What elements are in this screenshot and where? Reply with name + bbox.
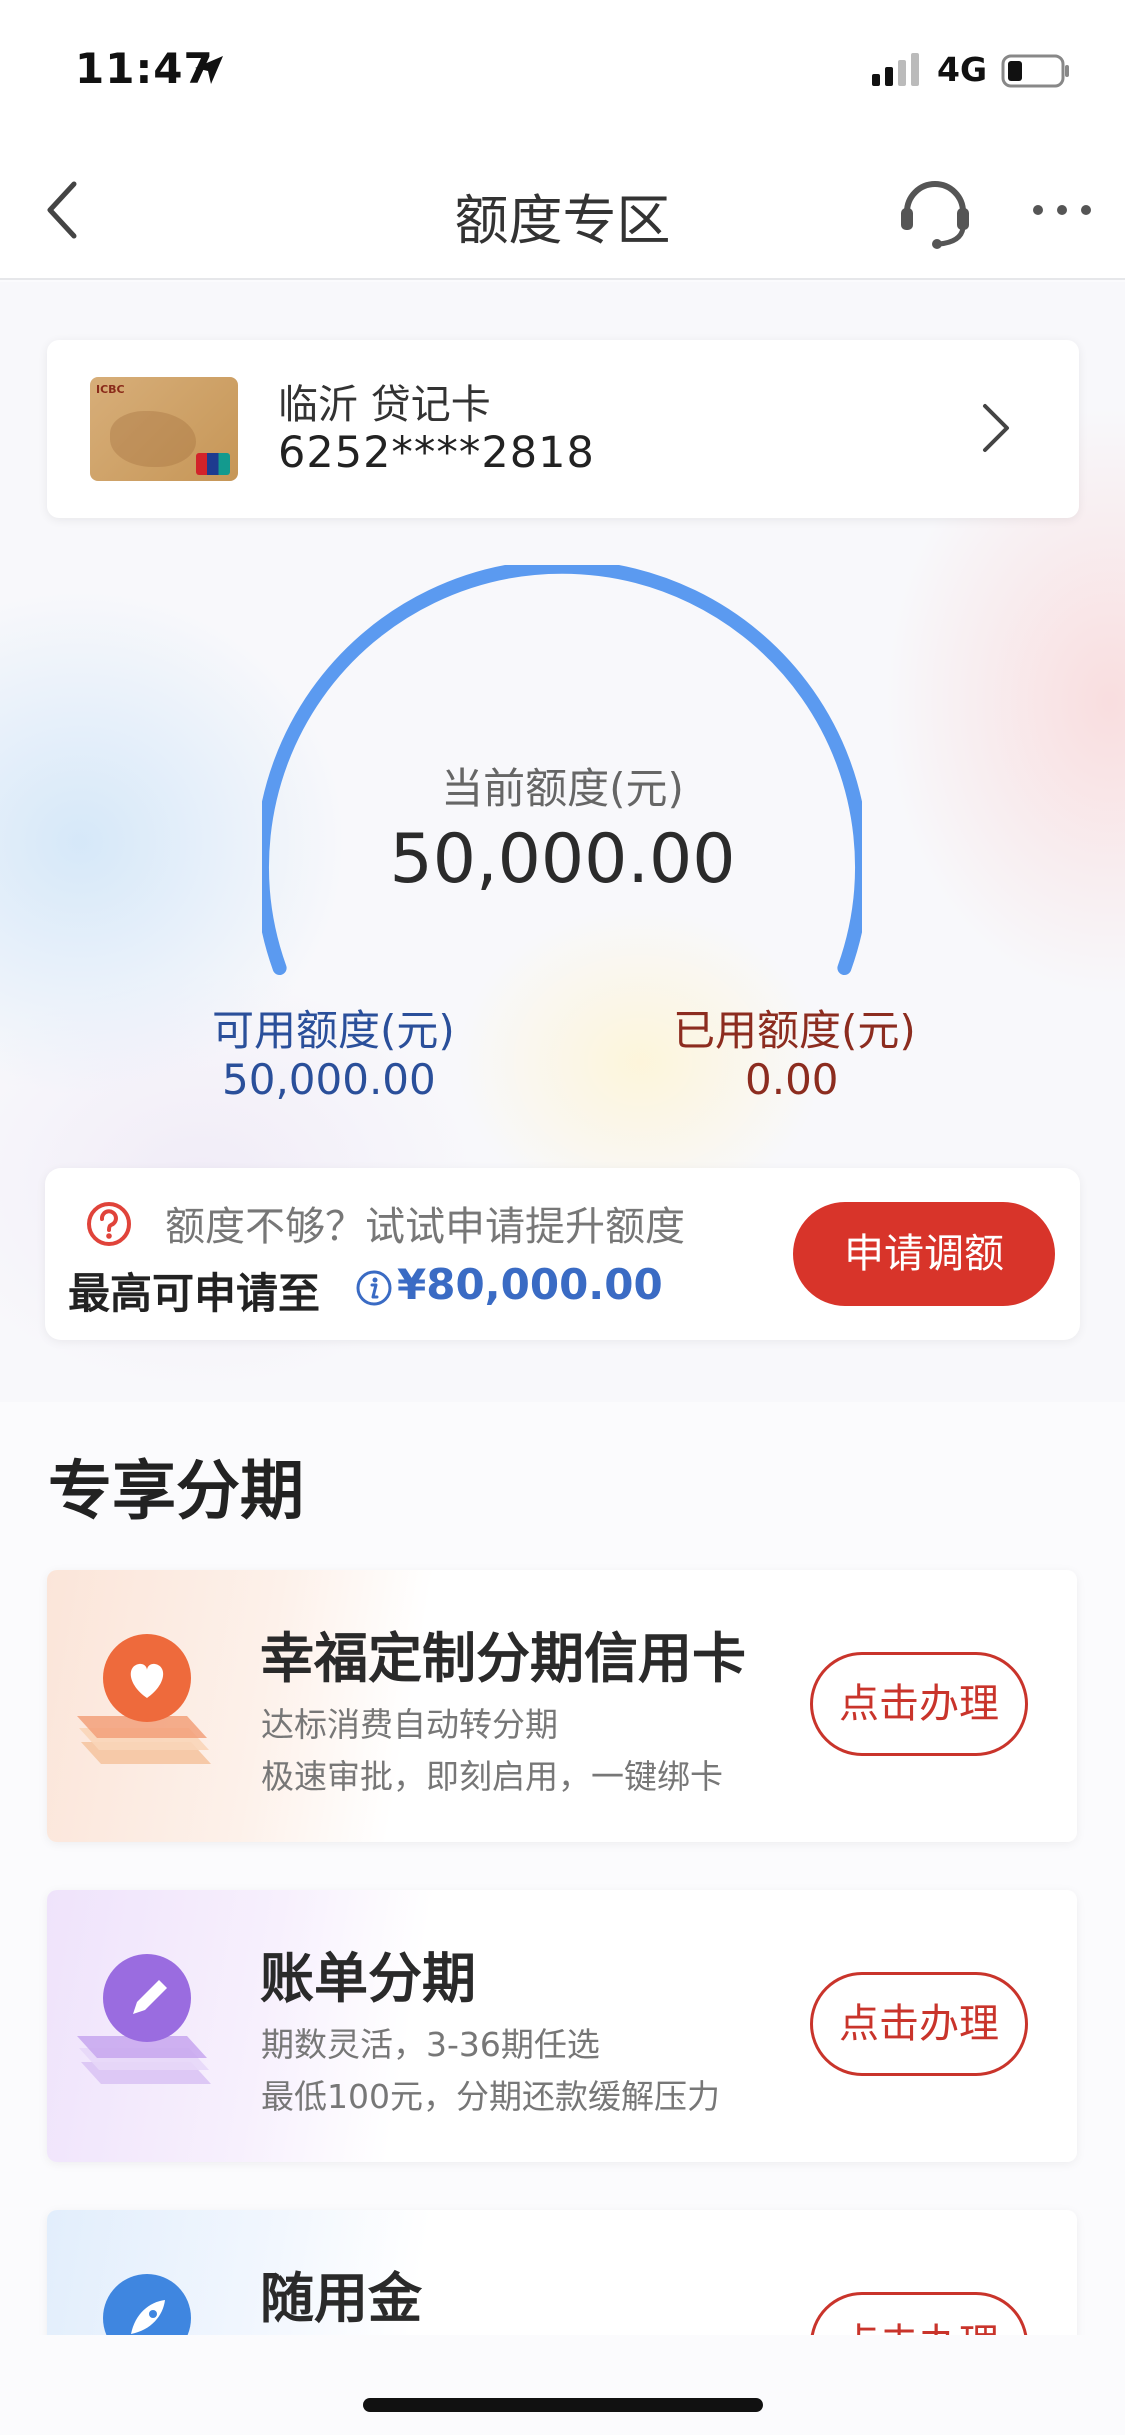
card-brand-mark: ICBC	[96, 383, 125, 396]
available-limit-label: 可用额度(元)	[212, 1006, 455, 1055]
apply-button[interactable]: 点击办理	[810, 1972, 1028, 2076]
card-name: 临沂 贷记卡	[278, 382, 491, 428]
promo-description: 极速审批，即刻启用，一键绑卡	[261, 1757, 723, 1796]
customer-service-icon[interactable]	[895, 170, 975, 250]
network-type: 4G	[937, 50, 988, 89]
max-limit-label: 最高可申请至	[68, 1269, 321, 1318]
more-icon[interactable]	[1030, 198, 1094, 222]
credit-card-image: ICBC	[90, 377, 238, 481]
pencil-icon	[77, 1954, 211, 2084]
current-limit-value: 50,000.00	[389, 820, 736, 899]
unionpay-logo	[196, 453, 230, 475]
promo-card-installment-card[interactable]: 幸福定制分期信用卡 达标消费自动转分期 极速审批，即刻启用，一键绑卡 点击办理	[47, 1570, 1077, 1842]
card-map-decoration	[110, 411, 196, 467]
promo-card-bill-installment[interactable]: 账单分期 期数灵活，3-36期任选 最低100元，分期还款缓解压力 点击办理	[47, 1890, 1077, 2162]
signal-icon	[872, 53, 919, 86]
promo-title: 账单分期	[260, 1947, 476, 2010]
available-limit-value: 50,000.00	[222, 1055, 436, 1104]
current-limit-label: 当前额度(元)	[441, 764, 684, 813]
raise-hint: 额度不够？试试申请提升额度	[165, 1204, 685, 1250]
page: 11:47 4G 额度专区 ICBC 临沂 贷记卡 6252****2818 当…	[0, 0, 1125, 2435]
card-selector[interactable]: ICBC 临沂 贷记卡 6252****2818	[47, 340, 1079, 518]
question-icon	[87, 1202, 131, 1246]
location-arrow-icon	[195, 56, 223, 84]
card-number: 6252****2818	[278, 428, 595, 478]
max-limit-value: ¥80,000.00	[397, 1260, 663, 1309]
home-indicator[interactable]	[363, 2398, 763, 2412]
section-title: 专享分期	[48, 1455, 304, 1529]
heart-icon	[77, 1634, 211, 1764]
apply-adjust-button[interactable]: 申请调额	[793, 1202, 1055, 1306]
info-icon[interactable]	[355, 1269, 393, 1307]
promo-description: 最低100元，分期还款缓解压力	[261, 2077, 720, 2116]
bottom-safe-area	[0, 2335, 1125, 2435]
apply-button[interactable]: 点击办理	[810, 1652, 1028, 1756]
promo-title: 幸福定制分期信用卡	[260, 1627, 746, 1690]
promo-description: 达标消费自动转分期	[261, 1705, 558, 1744]
battery-icon	[1001, 54, 1069, 88]
used-limit-value: 0.00	[745, 1055, 839, 1104]
nav-bar: 额度专区	[0, 140, 1125, 280]
promo-description: 期数灵活，3-36期任选	[261, 2025, 600, 2064]
chevron-right-icon	[983, 404, 1009, 452]
used-limit-label: 已用额度(元)	[673, 1006, 916, 1055]
promo-title: 随用金	[260, 2267, 422, 2330]
limit-raise-panel: 额度不够？试试申请提升额度 最高可申请至 ¥80,000.00 申请调额	[45, 1168, 1080, 1340]
status-bar: 11:47 4G	[0, 0, 1125, 140]
